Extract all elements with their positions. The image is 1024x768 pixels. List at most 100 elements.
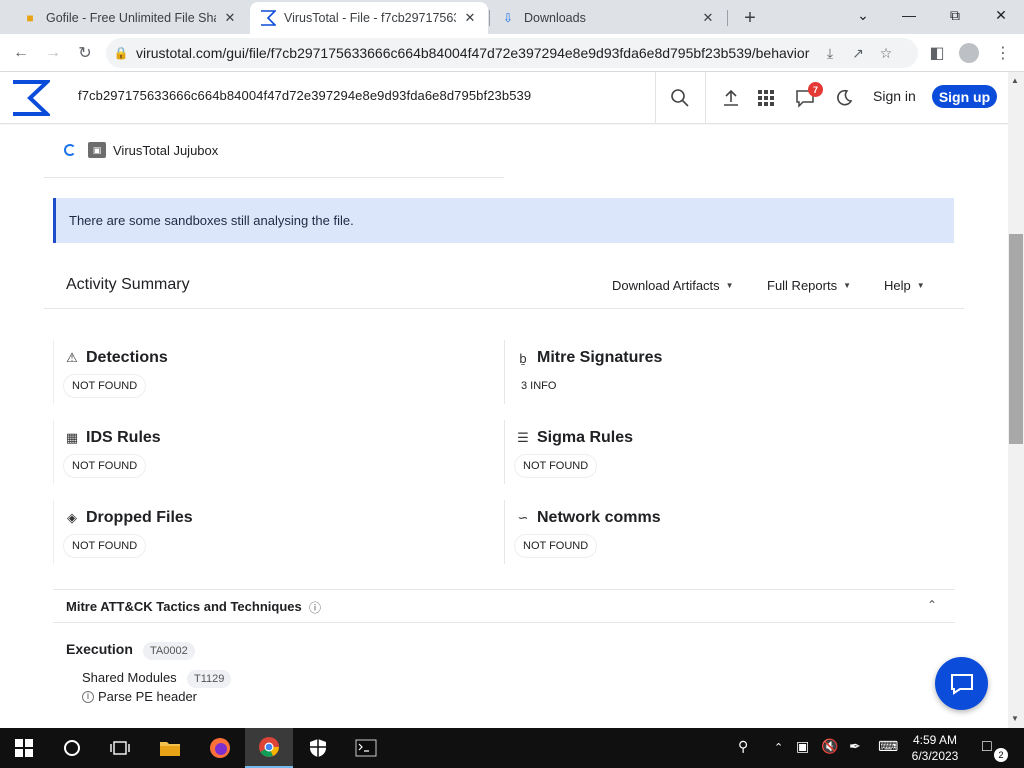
scroll-up-arrow-icon[interactable]: ▲ — [1011, 76, 1019, 85]
download-artifacts-dropdown[interactable]: Download Artifacts ▼ — [612, 278, 734, 293]
status-badge: NOT FOUND — [64, 535, 146, 557]
tab-title: VirusTotal - File - f7cb29717563 — [284, 11, 456, 25]
status-badge: 3 INFO — [515, 375, 565, 397]
sign-up-button[interactable]: Sign up — [932, 85, 997, 108]
full-reports-dropdown[interactable]: Full Reports ▼ — [767, 278, 851, 293]
system-clock[interactable]: 4:59 AM 6/3/2023 — [905, 732, 965, 764]
network-tray-icon[interactable]: ▣ — [796, 738, 809, 755]
divider — [655, 72, 656, 124]
sign-in-link[interactable]: Sign in — [873, 88, 916, 104]
keyboard-icon[interactable]: ⌨ — [878, 738, 898, 755]
share-icon[interactable]: ↗ — [844, 45, 872, 62]
tactic-id-badge[interactable]: TA0002 — [143, 642, 195, 660]
status-badge: NOT FOUND — [515, 455, 597, 477]
task-view-icon[interactable] — [96, 728, 144, 768]
windows-security-icon[interactable] — [294, 728, 342, 768]
chrome-icon[interactable] — [245, 728, 293, 768]
sandbox-box-icon: ▣ — [88, 142, 106, 158]
technique-id-badge[interactable]: T1129 — [187, 670, 232, 688]
volume-muted-icon[interactable]: 🔇 — [821, 738, 838, 755]
firefox-icon[interactable] — [196, 728, 244, 768]
side-panel-icon[interactable]: ◧ — [924, 40, 950, 66]
warning-icon: ⚠ — [66, 350, 78, 365]
sigma-rules-card[interactable]: ☰ Sigma Rules NOT FOUND — [515, 429, 955, 501]
alert-text: There are some sandboxes still analysing… — [69, 213, 354, 228]
folder-icon: ■ — [26, 11, 34, 25]
action-center-icon[interactable]: □ — [982, 738, 992, 756]
windows-taskbar: ⚲ ⌃ ▣ 🔇 ✒ ⌨ 4:59 AM 6/3/2023 — [0, 728, 1024, 768]
file-explorer-icon[interactable] — [146, 728, 194, 768]
search-hash-text[interactable]: f7cb297175633666c664b84004f47d72e397294e… — [78, 88, 531, 103]
chat-support-button[interactable] — [935, 657, 988, 710]
status-badge: NOT FOUND — [64, 455, 146, 477]
upload-icon[interactable] — [718, 85, 744, 111]
dark-mode-moon-icon[interactable] — [831, 85, 857, 111]
divider — [44, 308, 964, 309]
sandbox-name: VirusTotal Jujubox — [113, 142, 219, 158]
pen-workspace-icon[interactable]: ✒ — [849, 738, 861, 755]
tab-search-icon[interactable]: ⌄ — [840, 0, 886, 30]
bookmark-star-icon[interactable]: ☆ — [872, 45, 900, 62]
install-app-icon[interactable]: ⤓ — [816, 45, 844, 62]
tab-virustotal[interactable]: VirusTotal - File - f7cb29717563 ✕ — [250, 2, 488, 34]
virustotal-logo-icon[interactable] — [10, 78, 50, 118]
url-text[interactable]: virustotal.com/gui/file/f7cb297175633666… — [136, 45, 816, 61]
ids-rules-card[interactable]: ▦ IDS Rules NOT FOUND — [64, 429, 504, 501]
apps-grid-icon[interactable] — [753, 85, 779, 111]
network-comms-card[interactable]: ∽ Network comms NOT FOUND — [515, 509, 955, 581]
mitre-attack-section-header[interactable]: Mitre ATT&CK Tactics and Techniques ⓘ ⌃ — [53, 589, 955, 623]
card-border — [53, 420, 54, 484]
show-hidden-icons-chevron-icon[interactable]: ⌃ — [774, 741, 783, 754]
info-icon[interactable]: ⓘ — [309, 599, 321, 616]
notification-count-badge: 2 — [994, 748, 1008, 762]
tab-separator — [727, 10, 728, 26]
close-window-icon[interactable]: ✕ — [978, 0, 1024, 30]
scrollbar-thumb[interactable] — [1009, 234, 1023, 444]
card-title: Dropped Files — [86, 509, 193, 526]
browser-tab-strip: ■ Gofile - Free Unlimited File Shari ✕ V… — [0, 0, 1024, 34]
search-circle-icon[interactable] — [48, 728, 96, 768]
clock-date: 6/3/2023 — [911, 749, 959, 763]
search-icon[interactable] — [667, 85, 693, 111]
people-icon[interactable]: ⚲ — [738, 738, 748, 755]
section-title: Mitre ATT&CK Tactics and Techniques — [66, 599, 302, 614]
help-dropdown[interactable]: Help ▼ — [884, 278, 925, 293]
card-border — [53, 340, 54, 404]
menu-label: Help — [884, 278, 911, 293]
close-tab-icon[interactable]: ✕ — [222, 10, 238, 26]
chevron-up-icon[interactable]: ⌃ — [927, 598, 937, 612]
sandbox-item[interactable]: ▣ VirusTotal Jujubox — [64, 142, 218, 158]
terminal-icon[interactable] — [342, 728, 390, 768]
card-border — [504, 500, 505, 564]
scroll-down-arrow-icon[interactable]: ▼ — [1011, 714, 1019, 723]
close-tab-icon[interactable]: ✕ — [462, 10, 478, 26]
menu-label: Full Reports — [767, 278, 838, 293]
back-icon[interactable]: ← — [8, 40, 34, 66]
signature-text: Parse PE header — [98, 689, 198, 704]
address-bar[interactable]: 🔒 virustotal.com/gui/file/f7cb2971756336… — [106, 38, 918, 68]
tactic-name[interactable]: Execution — [66, 641, 133, 657]
restore-icon[interactable]: ⧉ — [932, 0, 978, 30]
tab-downloads[interactable]: ⇩ Downloads ✕ — [490, 2, 726, 34]
close-tab-icon[interactable]: ✕ — [700, 10, 716, 26]
signature-item: i Parse PE header — [82, 689, 197, 704]
technique-name[interactable]: Shared Modules — [82, 670, 177, 685]
menu-label: Download Artifacts — [612, 278, 720, 293]
card-title: IDS Rules — [86, 429, 161, 446]
sigma-icon: ☰ — [517, 430, 529, 445]
new-tab-button[interactable]: + — [734, 2, 766, 34]
minimize-icon[interactable]: — — [886, 0, 932, 30]
dropped-files-card[interactable]: ◈ Dropped Files NOT FOUND — [64, 509, 504, 581]
profile-avatar-icon[interactable] — [956, 40, 982, 66]
forward-icon[interactable]: → — [40, 40, 66, 66]
tab-gofile[interactable]: ■ Gofile - Free Unlimited File Shari ✕ — [12, 2, 248, 34]
tab-title: Downloads — [524, 11, 586, 25]
ids-icon: ▦ — [65, 430, 79, 445]
browser-menu-icon[interactable]: ⋮ — [990, 40, 1016, 66]
reload-icon[interactable]: ↻ — [72, 40, 98, 66]
mitre-signatures-card[interactable]: ḇ Mitre Signatures 3 INFO — [515, 349, 955, 421]
dropped-files-icon: ◈ — [67, 510, 77, 525]
windows-start-icon[interactable] — [0, 728, 48, 768]
lock-icon[interactable]: 🔒 — [106, 46, 136, 60]
detections-card[interactable]: ⚠ Detections NOT FOUND — [64, 349, 504, 421]
